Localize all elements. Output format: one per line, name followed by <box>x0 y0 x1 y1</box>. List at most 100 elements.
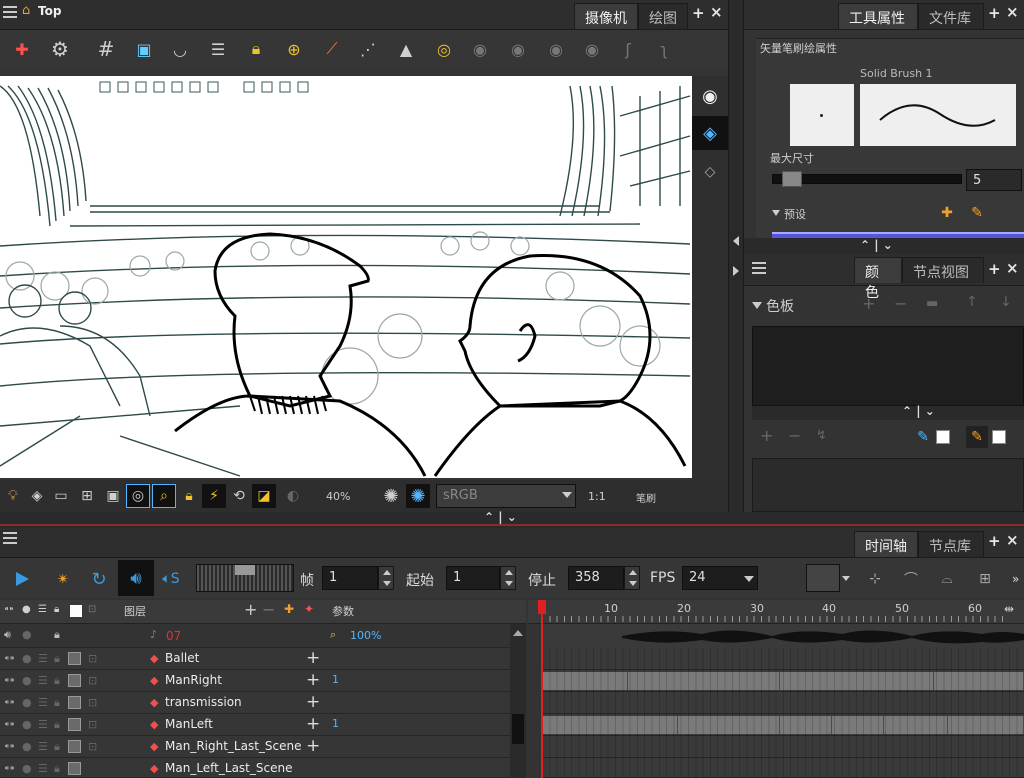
swap-color-icon[interactable]: ↯ <box>816 428 827 443</box>
layer-row-ballet[interactable]: ⁌⁍ ● ☰ 🔒︎ ⊡ ◆ Ballet + <box>0 648 526 670</box>
visibility-dot-icon[interactable]: ● <box>22 696 32 709</box>
remove-palette-icon[interactable]: − <box>894 294 907 313</box>
stack-icon[interactable]: ☰ <box>38 696 48 709</box>
keyframe-add-icon[interactable]: ⊞ <box>974 568 996 590</box>
palette-list[interactable] <box>752 326 1024 406</box>
layer-row-manleft[interactable]: ⁌⁍ ● ☰ 🔒︎ ⊡ ◆ ManLeft + 1 <box>0 714 526 736</box>
start-stepper[interactable] <box>500 566 516 590</box>
track-ballet[interactable] <box>542 648 1024 670</box>
close-icon[interactable]: × <box>1006 531 1019 549</box>
deform-icon[interactable]: ʃ <box>616 37 640 61</box>
layer-type-column-icon[interactable]: ⊡ <box>88 604 96 615</box>
brush-preset-icon[interactable]: ✎ <box>966 202 988 224</box>
visibility-dot-icon[interactable]: ● <box>22 762 32 775</box>
visibility-dot-icon[interactable]: ● <box>22 718 32 731</box>
layer-name[interactable]: Ballet <box>165 651 199 665</box>
layer-row-man-right-last-scene[interactable]: ⁌⁍ ● ☰ 🔒︎ ⊡ ◆ Man_Right_Last_Scene + <box>0 736 526 758</box>
color-picker-icon[interactable]: ✺ <box>406 484 430 508</box>
lock-icon[interactable]: 🔒︎ <box>54 674 60 688</box>
animate-icon[interactable]: ⁌⁍ <box>4 696 15 709</box>
close-icon[interactable]: × <box>1006 3 1019 21</box>
layer-name[interactable]: ManRight <box>165 673 222 687</box>
tab-node-library[interactable]: 节点库 <box>918 531 984 557</box>
sound-layer-name[interactable]: 07 <box>166 629 181 643</box>
track-man-right-last-scene[interactable] <box>542 736 1024 758</box>
lightning-icon[interactable]: ⚡︎ <box>202 484 226 508</box>
stop-input[interactable]: 358 <box>568 566 624 590</box>
sound-icon[interactable]: 🔊︎ <box>118 560 154 596</box>
add-node-icon[interactable]: ✦ <box>304 602 314 616</box>
expand-layer-icon[interactable]: + <box>306 648 320 668</box>
palette-resize[interactable]: ⌃ | ⌄ <box>752 404 1024 420</box>
collapse-right-icon[interactable] <box>733 266 739 276</box>
light-bulb-icon[interactable]: 💡︎ <box>2 485 24 507</box>
frame-mode-icon[interactable]: ▭ <box>50 485 72 507</box>
stroke-color-swatch[interactable] <box>992 430 1006 444</box>
track-manright[interactable] <box>542 670 1024 692</box>
panel-menu-icon[interactable] <box>3 6 17 18</box>
slider-handle[interactable] <box>782 171 802 187</box>
padlock-icon[interactable]: 🔒︎ <box>178 485 200 507</box>
keyframe-tool-icon[interactable]: ⊹ <box>864 568 886 590</box>
move-down-icon[interactable]: ↓ <box>1000 294 1012 310</box>
search-view-icon[interactable]: ⌕ <box>152 484 176 508</box>
visibility-dot-icon[interactable]: ● <box>22 628 32 641</box>
camera-viewport[interactable] <box>0 76 692 478</box>
lock-column-icon[interactable]: 🔒︎ <box>54 604 59 615</box>
close-icon[interactable]: × <box>1006 259 1019 277</box>
stack-icon[interactable]: ☰ <box>38 762 48 775</box>
main-splitter[interactable]: ⌃ | ⌄ <box>0 510 1024 526</box>
remove-layer-icon[interactable]: − <box>262 600 275 619</box>
stop-stepper[interactable] <box>624 566 640 590</box>
exposure-block[interactable] <box>678 716 780 734</box>
rotate-view-icon[interactable]: ⟲ <box>228 485 250 507</box>
gear-icon[interactable]: ⚙ <box>48 37 72 61</box>
eyedropper-icon[interactable]: ✎ <box>912 426 934 448</box>
animate-icon[interactable]: ⁌⁍ <box>4 762 15 775</box>
loop-icon[interactable]: ↻ <box>88 568 110 590</box>
close-icon[interactable]: × <box>710 3 723 21</box>
chevron-down-icon[interactable] <box>562 492 572 498</box>
add-palette-icon[interactable]: + <box>862 294 875 313</box>
move-up-icon[interactable]: ↑ <box>966 294 978 310</box>
zoom-level[interactable]: 40% <box>326 490 350 503</box>
stage-layer-4-icon[interactable]: ◉ <box>580 37 604 61</box>
layer-name[interactable]: Man_Right_Last_Scene <box>165 739 302 753</box>
layer-name[interactable]: transmission <box>165 695 242 709</box>
camera-snap-icon[interactable]: ◪ <box>252 484 276 508</box>
lock-icon[interactable]: 🔒︎ <box>54 696 60 710</box>
brush-stroke-preview[interactable] <box>860 84 1016 146</box>
layer-view-icon[interactable]: ◈ <box>692 116 728 150</box>
expand-layer-icon[interactable]: + <box>306 736 320 756</box>
exposure-block[interactable] <box>884 716 948 734</box>
path-dots-icon[interactable]: ⋰ <box>356 37 380 61</box>
eye-icon[interactable]: ◉ <box>697 84 723 108</box>
tab-tool-properties[interactable]: 工具属性 <box>838 3 918 29</box>
speaker-icon[interactable]: 🔊︎ <box>4 628 11 642</box>
color-column-icon[interactable] <box>70 605 82 617</box>
lock-icon[interactable]: 🔒︎ <box>54 652 60 666</box>
animate-icon[interactable]: ⁌⁍ <box>4 674 15 687</box>
exposure-block[interactable] <box>948 716 1024 734</box>
tool-properties-resize[interactable]: ⌃ | ⌄ <box>744 238 1024 254</box>
field-guide-icon[interactable]: ☰ <box>206 37 230 61</box>
overflow-icon[interactable]: » <box>1012 572 1019 586</box>
layer-color-box[interactable] <box>68 762 81 775</box>
sound-scrub-icon[interactable]: 🔈︎S <box>160 568 182 590</box>
render-mode-icon[interactable]: ▣ <box>102 485 124 507</box>
chevron-down-icon[interactable] <box>842 576 850 581</box>
tab-library[interactable]: 文件库 <box>918 3 984 29</box>
sound-track[interactable] <box>542 624 1024 648</box>
zoom-timeline-icon[interactable]: ⇹ <box>1004 602 1014 616</box>
play-selection-icon[interactable]: ✴ <box>52 568 74 590</box>
onion-skin-icon[interactable]: ◡ <box>168 37 192 61</box>
panel-menu-icon[interactable] <box>752 262 766 274</box>
animate-column-icon[interactable]: ⁌⁍ <box>4 604 14 615</box>
stage-layer-1-icon[interactable]: ◉ <box>468 37 492 61</box>
layer-param[interactable]: 1 <box>332 673 339 686</box>
exposure-block[interactable] <box>832 716 884 734</box>
stack-icon[interactable]: ☰ <box>38 674 48 687</box>
exposure-block[interactable] <box>542 716 678 734</box>
expand-layer-icon[interactable]: + <box>306 670 320 690</box>
exposure-block[interactable] <box>628 672 780 690</box>
